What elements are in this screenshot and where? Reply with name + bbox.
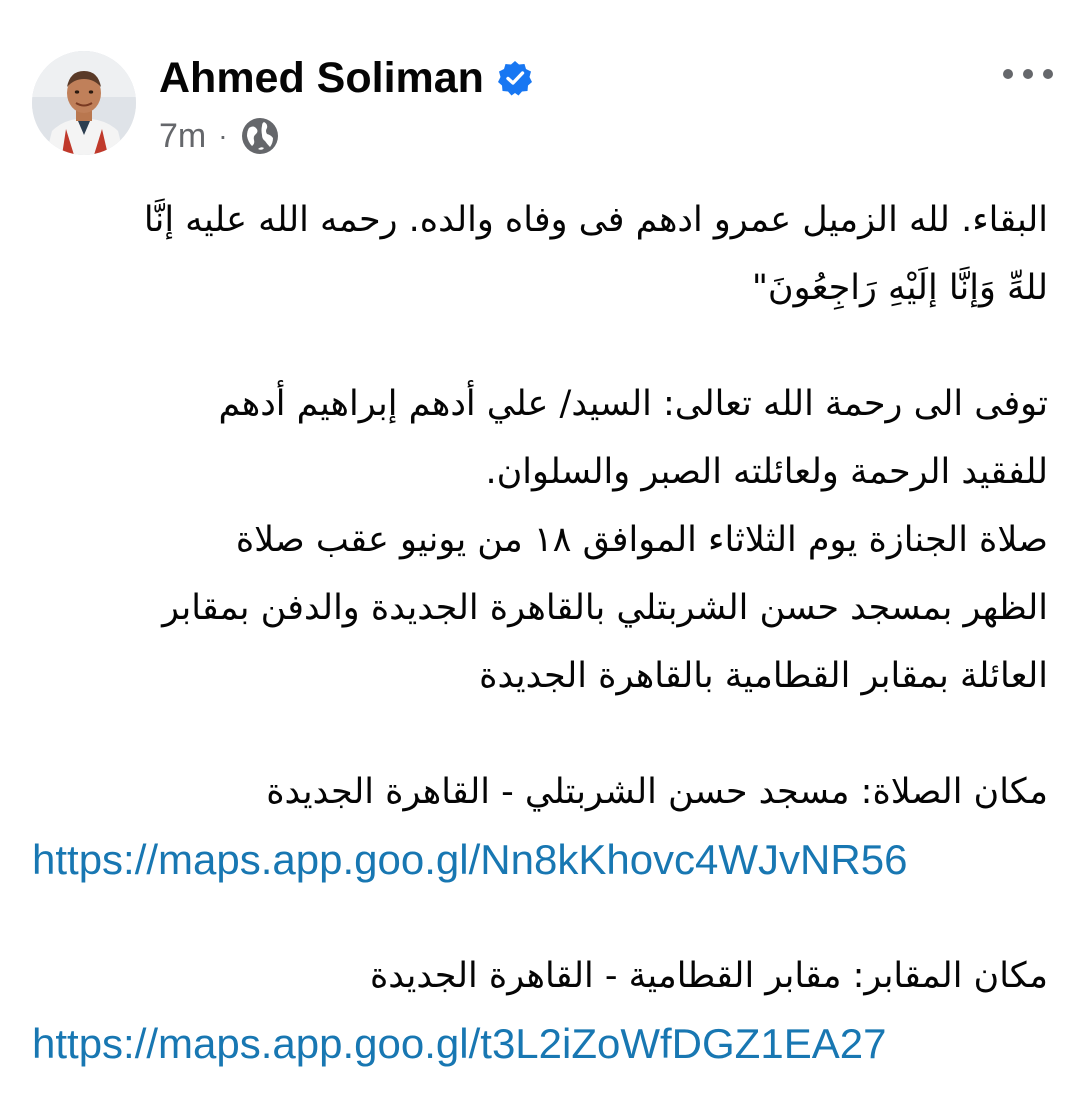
burial-location-link[interactable]: https://maps.app.goo.gl/t3L2iZoWfDGZ1EA2…	[30, 1010, 1048, 1078]
prayer-location-link[interactable]: https://maps.app.goo.gl/Nn8kKhovc4WJvNR5…	[30, 826, 1048, 894]
post-text-line: للفقيد الرحمة ولعائلته الصبر والسلوان.	[485, 452, 1048, 492]
post-text-line: البقاء. لله الزميل عمرو ادهم فى وفاه وال…	[143, 200, 1048, 240]
post-body: البقاء. لله الزميل عمرو ادهم فى وفاه وال…	[30, 186, 1048, 1078]
verified-badge-icon	[498, 61, 532, 96]
more-options-icon[interactable]	[998, 54, 1058, 94]
avatar[interactable]	[32, 51, 136, 155]
post-text-line: العائلة بمقابر القطامية بالقاهرة الجديدة	[479, 656, 1048, 696]
post-meta: 7m ·	[159, 114, 280, 158]
post-text-line: الظهر بمسجد حسن الشربتلي بالقاهرة الجديد…	[162, 588, 1048, 628]
meta-separator: ·	[218, 120, 228, 151]
author-name[interactable]: Ahmed Soliman	[159, 52, 484, 104]
globe-icon[interactable]	[240, 116, 280, 156]
post-text-line: للهِّ وَإنَّا إلَيْهِ رَاجِعُونَ"	[751, 268, 1048, 308]
post-time[interactable]: 7m	[159, 114, 206, 158]
post-text-line: صلاة الجنازة يوم الثلاثاء الموافق ١٨ من …	[235, 520, 1048, 560]
post-text-line: توفى الى رحمة الله تعالى: السيد/ علي أده…	[218, 384, 1048, 424]
burial-location-text: مكان المقابر: مقابر القطامية - القاهرة ا…	[369, 956, 1048, 996]
prayer-location-text: مكان الصلاة: مسجد حسن الشربتلي - القاهرة…	[266, 772, 1048, 812]
post-card: Ahmed Soliman 7m · البقاء. لله الزميل عم…	[0, 0, 1080, 1097]
